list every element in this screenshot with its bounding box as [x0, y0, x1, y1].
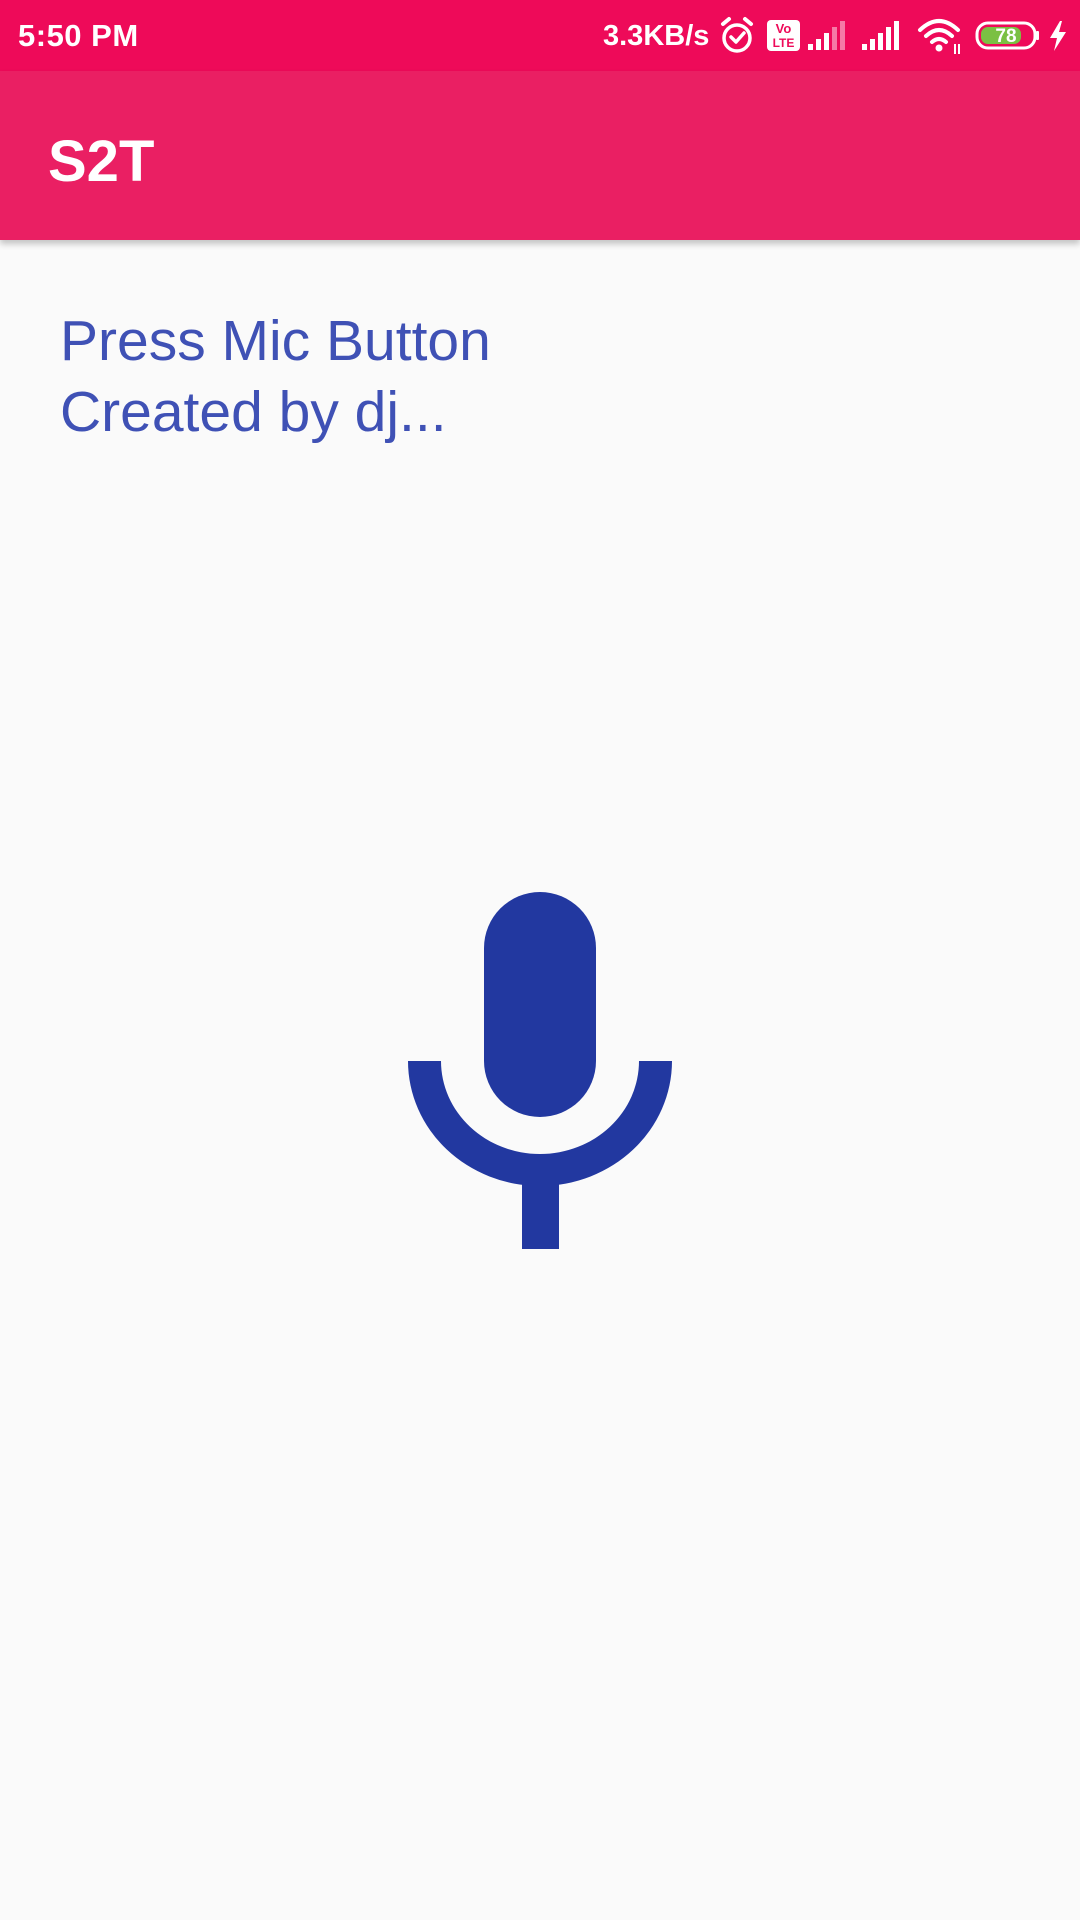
microphone-icon — [408, 892, 672, 1249]
app-bar: S2T — [0, 71, 1080, 240]
signal-icon — [860, 0, 902, 71]
battery-level: 78 — [995, 26, 1016, 47]
signal-icon — [806, 0, 848, 71]
alarm-icon — [718, 0, 756, 71]
volte-icon: Vo LTE — [766, 0, 802, 71]
volte-bottom-text: LTE — [773, 36, 795, 50]
wifi-icon — [917, 0, 965, 71]
charging-icon — [1046, 0, 1070, 71]
app-title: S2T — [48, 129, 155, 194]
battery-icon: 78 — [975, 0, 1041, 71]
volte-top-text: Vo — [776, 21, 792, 36]
status-bar: 5:50 PM 3.3KB/s Vo LTE 78 — [0, 0, 1080, 71]
mic-button[interactable] — [400, 880, 680, 1260]
prompt-text: Press Mic Button Created by dj... — [60, 306, 491, 448]
status-time: 5:50 PM — [18, 18, 139, 53]
prompt-line-1: Press Mic Button — [60, 309, 491, 373]
network-speed: 3.3KB/s — [603, 20, 710, 52]
prompt-line-2: Created by dj... — [60, 380, 447, 444]
